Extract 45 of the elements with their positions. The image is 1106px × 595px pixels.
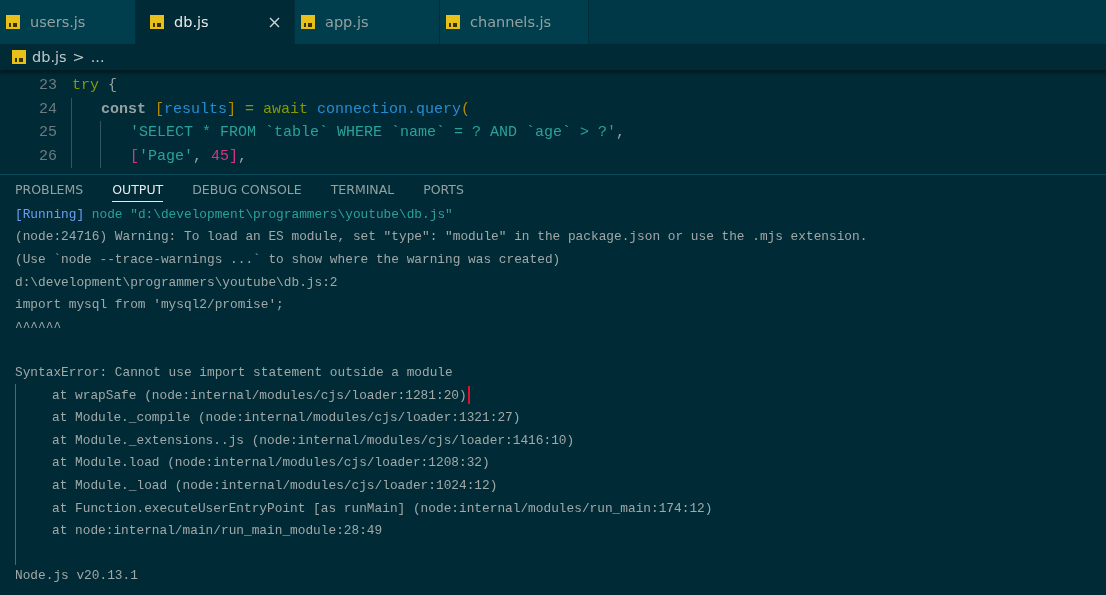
stack-trace-line: at Module.load (node:internal/modules/cjs/loader:1208:32) (52, 455, 490, 471)
panel-tab[interactable]: PORTS (423, 178, 464, 202)
code-line: const [results] = await connection.query( (101, 100, 471, 118)
code-line: ['Page', 45], (130, 147, 248, 165)
javascript-file-icon (6, 15, 20, 29)
tab-label: db.js (174, 14, 209, 30)
breadcrumb-item[interactable]: ... (90, 49, 105, 65)
javascript-file-icon (12, 50, 26, 64)
tab-label: users.js (30, 14, 86, 30)
file-tab[interactable]: channels.js (440, 0, 589, 44)
panel-tab[interactable]: DEBUG CONSOLE (192, 178, 302, 202)
javascript-file-icon (150, 15, 164, 29)
tab-label: app.js (325, 14, 369, 30)
stack-trace-line: at wrapSafe (node:internal/modules/cjs/loader:1281:20) (52, 387, 467, 403)
tab-label: channels.js (470, 14, 552, 30)
panel-tab[interactable]: TERMINAL (330, 178, 395, 202)
breadcrumb-item[interactable]: db.js (32, 49, 67, 65)
output-line: Node.js v20.13.1 (15, 568, 138, 584)
stack-trace-line: at Function.executeUserEntryPoint [as runMain] (node:internal/modules/run_main:174:12) (52, 500, 713, 516)
output-line: d:\development\programmers\youtube\db.js:2 (15, 274, 338, 290)
javascript-file-icon (301, 15, 315, 29)
panel-tab[interactable]: PROBLEMS (15, 178, 84, 202)
close-icon[interactable] (269, 16, 280, 28)
output-line: ^^^^^^ (15, 319, 62, 335)
stack-trace-line: at Module._extensions..js (node:internal/modules/cjs/loader:1416:10) (52, 432, 575, 448)
stack-trace-line: at Module._load (node:internal/modules/cjs/loader:1024:12) (52, 477, 498, 493)
line-number: 24 (38, 100, 58, 118)
panel-tab[interactable]: OUTPUT (112, 178, 164, 202)
file-tab[interactable]: app.js (295, 0, 440, 44)
file-tab[interactable]: db.js (136, 0, 295, 44)
output-line: (node:24716) Warning: To load an ES module, set "type": "module" in the package.json or use the .mjs extension. (15, 229, 868, 245)
output-line: (Use `node --trace-warnings ...` to show where the warning was created) (15, 252, 561, 267)
file-tab[interactable]: users.js (0, 0, 136, 44)
code-line: try { (72, 77, 118, 95)
output-line: import mysql from 'mysql2/promise'; (15, 297, 284, 313)
line-number: 23 (38, 77, 58, 95)
output-line: SyntaxError: Cannot use import statement outside a module (15, 364, 453, 380)
line-number: 26 (38, 147, 58, 165)
stack-trace-line: at Module._compile (node:internal/modules/cjs/loader:1321:27) (52, 410, 521, 426)
line-number: 25 (38, 124, 58, 142)
output-line: [Running] node "d:\development\programmers\youtube\db.js" (15, 206, 453, 222)
javascript-file-icon (446, 15, 460, 29)
breadcrumb-separator: > (72, 49, 85, 65)
code-line: 'SELECT * FROM `table` WHERE `name` = ? AND `age` > ?', (130, 124, 626, 142)
stack-trace-line: at node:internal/main/run_main_module:28:49 (52, 523, 383, 539)
